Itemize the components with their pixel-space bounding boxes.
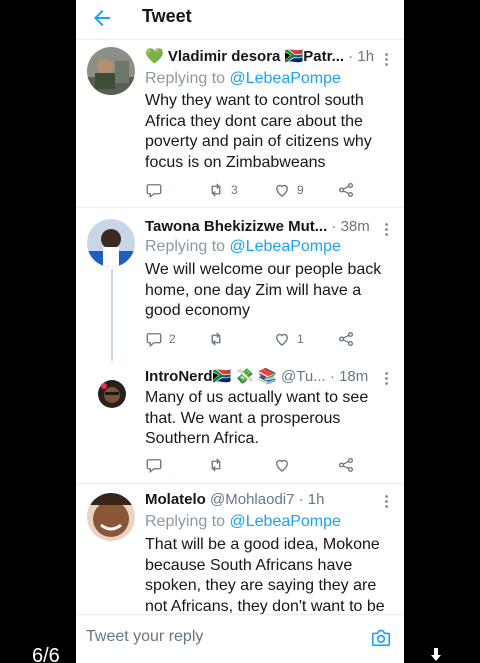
tweet-actions: 2 1 bbox=[145, 329, 365, 349]
mention-link[interactable]: @LebeaPompe bbox=[230, 238, 341, 255]
avatar[interactable] bbox=[87, 47, 135, 95]
retweet-icon bbox=[211, 458, 221, 472]
reply-icon bbox=[146, 333, 162, 348]
retweet-icon bbox=[211, 332, 221, 346]
replying-prefix: Replying to bbox=[145, 513, 226, 530]
share-button[interactable] bbox=[337, 329, 355, 349]
replying-to: Replying to @LebeaPompe bbox=[145, 69, 341, 89]
reply-button[interactable] bbox=[145, 180, 169, 200]
display-name[interactable]: 💚 Vladimir desora 🇿🇦Patr... bbox=[145, 48, 344, 65]
retweet-button[interactable] bbox=[207, 455, 231, 475]
share-button[interactable] bbox=[337, 455, 355, 475]
tweet-time: · 1h bbox=[348, 48, 375, 65]
phone-screen: Tweet 💚 Vladimir desora 🇿🇦Patr... · 1h R… bbox=[76, 0, 404, 663]
share-icon bbox=[338, 331, 354, 347]
tweet-time: · 38m bbox=[331, 218, 370, 235]
tweet-header: Tawona Bhekizizwe Mut... · 38m bbox=[145, 217, 395, 237]
tweet-item[interactable]: 💚 Vladimir desora 🇿🇦Patr... · 1h Replyin… bbox=[76, 41, 404, 208]
more-vertical-icon[interactable] bbox=[380, 370, 392, 386]
heart-icon bbox=[276, 459, 288, 472]
download-icon[interactable] bbox=[428, 648, 444, 663]
like-count: 1 bbox=[297, 332, 304, 346]
arrow-left-icon[interactable] bbox=[90, 6, 114, 30]
reply-composer: Tweet your reply bbox=[76, 614, 404, 663]
tweet-time: · 1h bbox=[298, 491, 325, 508]
camera-icon[interactable] bbox=[370, 627, 392, 649]
tweet-text: We will welcome our people back home, on… bbox=[145, 261, 382, 319]
reply-button[interactable]: 2 bbox=[145, 329, 176, 349]
replying-prefix: Replying to bbox=[145, 238, 226, 255]
tweet-item[interactable]: Molatelo @Mohlaodi7 · 1h Replying to @Le… bbox=[76, 485, 404, 635]
tweet-item[interactable]: Tawona Bhekizizwe Mut... · 38m Replying … bbox=[76, 209, 404, 361]
retweet-button[interactable] bbox=[207, 329, 231, 349]
tweet-text: Why they want to control south Africa th… bbox=[145, 92, 372, 171]
mention-link[interactable]: @LebeaPompe bbox=[230, 70, 341, 87]
retweet-count: 3 bbox=[231, 183, 238, 197]
user-handle[interactable]: @Tu... bbox=[281, 368, 326, 385]
tweet-text: Many of us actually want to see that. We… bbox=[145, 389, 369, 447]
reply-button[interactable] bbox=[145, 455, 169, 475]
like-button[interactable]: 1 bbox=[273, 329, 304, 349]
tweet-header: 💚 Vladimir desora 🇿🇦Patr... · 1h bbox=[145, 47, 395, 67]
top-bar: Tweet bbox=[76, 0, 404, 40]
display-name[interactable]: Tawona Bhekizizwe Mut... bbox=[145, 218, 327, 235]
share-icon bbox=[338, 182, 354, 198]
avatar[interactable] bbox=[87, 493, 135, 541]
more-vertical-icon[interactable] bbox=[380, 493, 392, 509]
mention-link[interactable]: @LebeaPompe bbox=[230, 513, 341, 530]
tweet-time: · 18m bbox=[329, 368, 369, 385]
like-count: 9 bbox=[297, 183, 304, 197]
share-button[interactable] bbox=[337, 180, 355, 200]
reply-count: 2 bbox=[169, 332, 176, 346]
tweet-actions: 3 9 bbox=[145, 180, 365, 200]
page-title: Tweet bbox=[142, 6, 192, 26]
heart-icon bbox=[276, 333, 288, 346]
avatar[interactable] bbox=[96, 378, 128, 410]
display-name[interactable]: Molatelo bbox=[145, 491, 206, 508]
thread-line bbox=[111, 269, 113, 361]
tweet-header: IntroNerd🇿🇦 💸 📚 @Tu... · 18m bbox=[145, 367, 395, 387]
tweet-item[interactable]: IntroNerd🇿🇦 💸 📚 @Tu... · 18m Many of us … bbox=[76, 360, 404, 484]
display-name[interactable]: IntroNerd🇿🇦 💸 📚 bbox=[145, 368, 277, 385]
reply-input[interactable]: Tweet your reply bbox=[86, 628, 203, 646]
more-vertical-icon[interactable] bbox=[380, 51, 392, 67]
user-handle[interactable]: @Mohlaodi7 bbox=[210, 491, 294, 508]
like-button[interactable] bbox=[273, 455, 297, 475]
avatar[interactable] bbox=[87, 219, 135, 267]
replying-prefix: Replying to bbox=[145, 70, 226, 87]
more-vertical-icon[interactable] bbox=[380, 221, 392, 237]
tweet-actions bbox=[145, 455, 365, 475]
heart-icon bbox=[276, 184, 288, 197]
share-icon bbox=[338, 457, 354, 473]
retweet-icon bbox=[211, 183, 221, 197]
reply-icon bbox=[146, 459, 162, 474]
reply-icon bbox=[146, 184, 162, 199]
like-button[interactable]: 9 bbox=[273, 180, 304, 200]
replying-to: Replying to @LebeaPompe bbox=[145, 237, 341, 257]
page-indicator: 6/6 bbox=[32, 645, 60, 663]
tweet-header: Molatelo @Mohlaodi7 · 1h bbox=[145, 490, 395, 510]
retweet-button[interactable]: 3 bbox=[207, 180, 238, 200]
replying-to: Replying to @LebeaPompe bbox=[145, 512, 341, 532]
